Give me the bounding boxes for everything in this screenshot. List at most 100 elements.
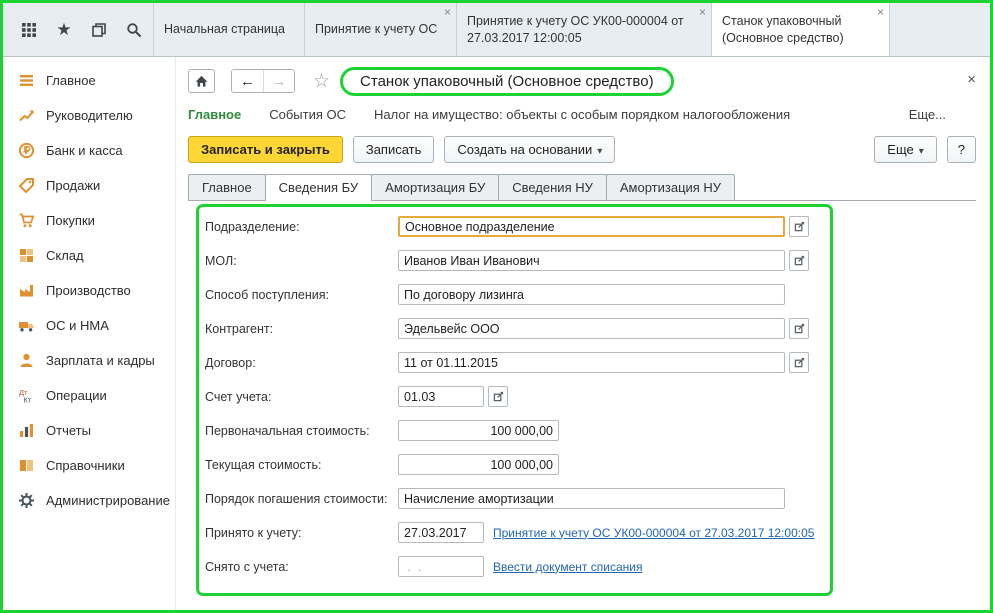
sidebar-item-sales[interactable]: Продажи xyxy=(3,168,175,203)
close-icon[interactable]: × xyxy=(444,5,451,21)
sidebar-item-label: ОС и НМА xyxy=(46,318,109,333)
cart-icon xyxy=(18,212,35,229)
open-link-icon xyxy=(794,221,805,232)
more-label: Еще xyxy=(887,142,913,157)
close-form-icon[interactable]: × xyxy=(967,71,976,88)
tab-fixed-asset-card[interactable]: Станок упаковочный (Основное средство) × xyxy=(712,3,890,56)
tab-start-page[interactable]: Начальная страница xyxy=(153,3,305,56)
sidebar-item-purchases[interactable]: Покупки xyxy=(3,203,175,238)
sidebar-item-production[interactable]: Производство xyxy=(3,273,175,308)
sidebar-item-administration[interactable]: Администрирование xyxy=(3,483,175,518)
form-tab-strip: Главное Сведения БУ Амортизация БУ Сведе… xyxy=(188,173,976,201)
open-picker-button[interactable] xyxy=(789,216,809,237)
tab-main[interactable]: Главное xyxy=(188,174,266,200)
counterparty-input[interactable] xyxy=(398,318,785,339)
navlink-property-tax[interactable]: Налог на имущество: объекты с особым пор… xyxy=(374,107,790,122)
open-link-icon xyxy=(794,357,805,368)
account-input[interactable] xyxy=(398,386,484,407)
create-based-on-button[interactable]: Создать на основании▾ xyxy=(444,136,615,163)
repayment-order-input[interactable] xyxy=(398,488,785,509)
sidebar-item-label: Покупки xyxy=(46,213,95,228)
sidebar-item-label: Банк и касса xyxy=(46,143,123,158)
svg-text:Кт: Кт xyxy=(24,396,32,405)
contract-input[interactable] xyxy=(398,352,785,373)
tab-accounting-depreciation[interactable]: Амортизация БУ xyxy=(371,174,499,200)
open-picker-button[interactable] xyxy=(488,386,508,407)
sidebar-item-directories[interactable]: Справочники xyxy=(3,448,175,483)
field-label: Текущая стоимость: xyxy=(205,458,398,472)
sidebar-item-manager[interactable]: Руководителю xyxy=(3,98,175,133)
form-row-repayment-order: Порядок погашения стоимости: xyxy=(205,488,830,509)
sidebar-item-label: Справочники xyxy=(46,458,125,473)
written-off-date-input[interactable] xyxy=(398,556,484,577)
quick-icons: ★ xyxy=(3,3,153,56)
back-button[interactable]: ← xyxy=(232,70,263,92)
form-row-receipt-method: Способ поступления: xyxy=(205,284,830,305)
sidebar-item-reports[interactable]: Отчеты xyxy=(3,413,175,448)
save-and-close-button[interactable]: Записать и закрыть xyxy=(188,136,343,163)
close-icon[interactable]: × xyxy=(877,5,884,21)
app-window: ★ Начальная страница Принятие к учету ОС… xyxy=(0,0,993,613)
sidebar-item-label: Администрирование xyxy=(46,493,170,508)
receipt-method-input[interactable] xyxy=(398,284,785,305)
close-icon[interactable]: × xyxy=(699,5,706,21)
tab-acceptance-list[interactable]: Принятие к учету ОС × xyxy=(305,3,457,56)
home-button[interactable] xyxy=(188,69,215,93)
form-nav-links: Главное События ОС Налог на имущество: о… xyxy=(188,101,990,127)
sidebar-item-label: Операции xyxy=(46,388,107,403)
main-area: × ← → ☆ Станок упаковочный (Основное сре… xyxy=(175,57,990,610)
history-windows-icon[interactable] xyxy=(89,20,109,40)
tab-tax-depreciation[interactable]: Амортизация НУ xyxy=(606,174,735,200)
sidebar-item-operations[interactable]: ДтКт Операции xyxy=(3,378,175,413)
accepted-date-input[interactable] xyxy=(398,522,484,543)
tab-accounting-info[interactable]: Сведения БУ xyxy=(265,174,373,200)
top-window-bar: ★ Начальная страница Принятие к учету ОС… xyxy=(3,3,990,57)
ruble-coin-icon xyxy=(18,142,35,159)
sidebar-item-main[interactable]: Главное xyxy=(3,63,175,98)
forward-button[interactable]: → xyxy=(263,70,294,92)
sidebar-item-bank-cash[interactable]: Банк и касса xyxy=(3,133,175,168)
responsible-person-input[interactable] xyxy=(398,250,785,271)
main-menu-icon[interactable] xyxy=(19,20,39,40)
search-icon[interactable] xyxy=(124,20,144,40)
tab-tax-info[interactable]: Сведения НУ xyxy=(498,174,607,200)
field-label: Договор: xyxy=(205,356,398,370)
open-picker-button[interactable] xyxy=(789,352,809,373)
sidebar-item-payroll[interactable]: Зарплата и кадры xyxy=(3,343,175,378)
field-label: Счет учета: xyxy=(205,390,398,404)
department-input[interactable] xyxy=(398,216,785,237)
tab-label: Начальная страница xyxy=(164,21,285,37)
open-picker-button[interactable] xyxy=(789,250,809,271)
help-button[interactable]: ? xyxy=(947,136,976,163)
window-tabs: Начальная страница Принятие к учету ОС ×… xyxy=(153,3,890,56)
form-header: ← → ☆ Станок упаковочный (Основное средс… xyxy=(188,57,990,101)
trend-chart-icon xyxy=(18,107,35,124)
save-button[interactable]: Записать xyxy=(353,136,435,163)
boxes-grid-icon xyxy=(18,247,35,264)
initial-cost-input[interactable] xyxy=(398,420,559,441)
navlink-main[interactable]: Главное xyxy=(188,107,241,122)
bar-chart-icon xyxy=(18,422,35,439)
chevron-down-icon: ▾ xyxy=(919,146,924,157)
sidebar-item-warehouse[interactable]: Склад xyxy=(3,238,175,273)
navlink-more[interactable]: Еще... xyxy=(909,107,946,122)
acceptance-document-link[interactable]: Принятие к учету ОС УК00-000004 от 27.03… xyxy=(493,526,814,540)
field-label: Принято к учету: xyxy=(205,526,398,540)
person-icon xyxy=(18,352,35,369)
more-button[interactable]: Еще ▾ xyxy=(874,136,936,163)
open-link-icon xyxy=(794,323,805,334)
sections-sidebar: Главное Руководителю Банк и касса Продаж… xyxy=(3,57,175,610)
favorites-star-icon[interactable]: ★ xyxy=(54,20,74,40)
current-cost-input[interactable] xyxy=(398,454,559,475)
navlink-events[interactable]: События ОС xyxy=(269,107,346,122)
form-row-mol: МОЛ: xyxy=(205,250,830,271)
form-row-accepted-date: Принято к учету: Принятие к учету ОС УК0… xyxy=(205,522,830,543)
form-toolbar: Записать и закрыть Записать Создать на о… xyxy=(188,131,990,167)
tab-acceptance-document[interactable]: Принятие к учету ОС УК00-000004 от 27.03… xyxy=(457,3,712,56)
home-icon xyxy=(194,74,209,89)
open-picker-button[interactable] xyxy=(789,318,809,339)
app-body: Главное Руководителю Банк и касса Продаж… xyxy=(3,57,990,610)
sidebar-item-fixed-assets[interactable]: ОС и НМА xyxy=(3,308,175,343)
add-favorite-star-icon[interactable]: ☆ xyxy=(313,70,330,93)
create-writeoff-document-link[interactable]: Ввести документ списания xyxy=(493,560,642,574)
